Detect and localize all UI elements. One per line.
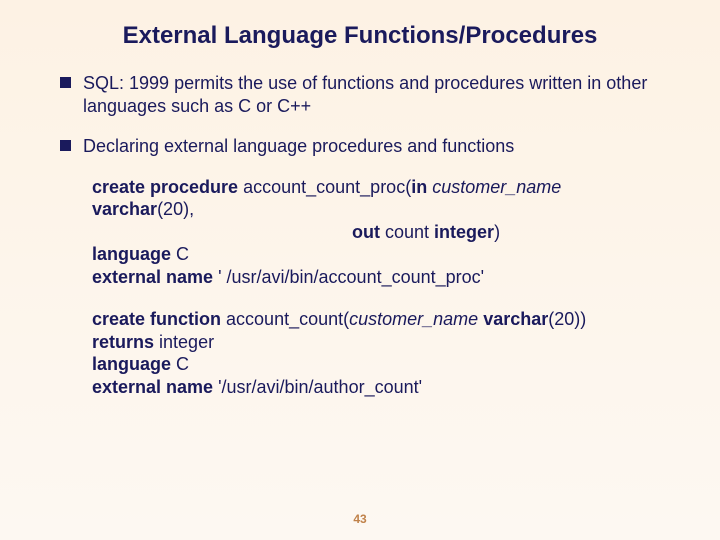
kw-external-name: external name xyxy=(92,267,218,287)
kw-out: out xyxy=(352,222,385,242)
code-line: external name '/usr/avi/bin/author_count… xyxy=(92,376,660,399)
code-line: create function account_count(customer_n… xyxy=(92,308,660,331)
param-name: customer_name xyxy=(432,177,561,197)
lang-value: C xyxy=(176,244,189,264)
proc-name: account_count_proc( xyxy=(243,177,411,197)
bullet-item: SQL: 1999 permits the use of functions a… xyxy=(60,72,660,117)
code-line: returns integer xyxy=(92,331,660,354)
paren-text: ) xyxy=(494,222,500,242)
square-bullet-icon xyxy=(60,77,71,88)
page-title: External Language Functions/Procedures xyxy=(60,22,660,50)
kw-language: language xyxy=(92,354,176,374)
bullet-item: Declaring external language procedures a… xyxy=(60,135,660,158)
type-value: integer xyxy=(159,332,214,352)
kw-create-function: create function xyxy=(92,309,226,329)
kw-varchar: varchar xyxy=(483,309,548,329)
bullet-text: SQL: 1999 permits the use of functions a… xyxy=(83,72,660,117)
kw-in: in xyxy=(411,177,432,197)
function-code: create function account_count(customer_n… xyxy=(92,308,660,398)
code-line: external name ' /usr/avi/bin/account_cou… xyxy=(92,266,660,289)
kw-varchar: varchar xyxy=(92,199,157,219)
page-number: 43 xyxy=(0,512,720,526)
procedure-code: create procedure account_count_proc(in c… xyxy=(92,176,660,289)
func-name: account_count( xyxy=(226,309,349,329)
code-line: out count integer) xyxy=(92,221,660,244)
kw-create-procedure: create procedure xyxy=(92,177,243,197)
code-line: create procedure account_count_proc(in c… xyxy=(92,176,660,221)
code-line: language C xyxy=(92,243,660,266)
code-line: language C xyxy=(92,353,660,376)
lang-value: C xyxy=(176,354,189,374)
kw-returns: returns xyxy=(92,332,159,352)
paren-text: (20)) xyxy=(548,309,586,329)
param-name: count xyxy=(385,222,434,242)
path-value: ' /usr/avi/bin/account_count_proc' xyxy=(218,267,484,287)
square-bullet-icon xyxy=(60,140,71,151)
paren-text: (20), xyxy=(157,199,194,219)
bullet-text: Declaring external language procedures a… xyxy=(83,135,514,158)
kw-language: language xyxy=(92,244,176,264)
param-name: customer_name xyxy=(349,309,483,329)
kw-external-name: external name xyxy=(92,377,218,397)
slide: External Language Functions/Procedures S… xyxy=(0,0,720,540)
path-value: '/usr/avi/bin/author_count' xyxy=(218,377,422,397)
kw-integer: integer xyxy=(434,222,494,242)
